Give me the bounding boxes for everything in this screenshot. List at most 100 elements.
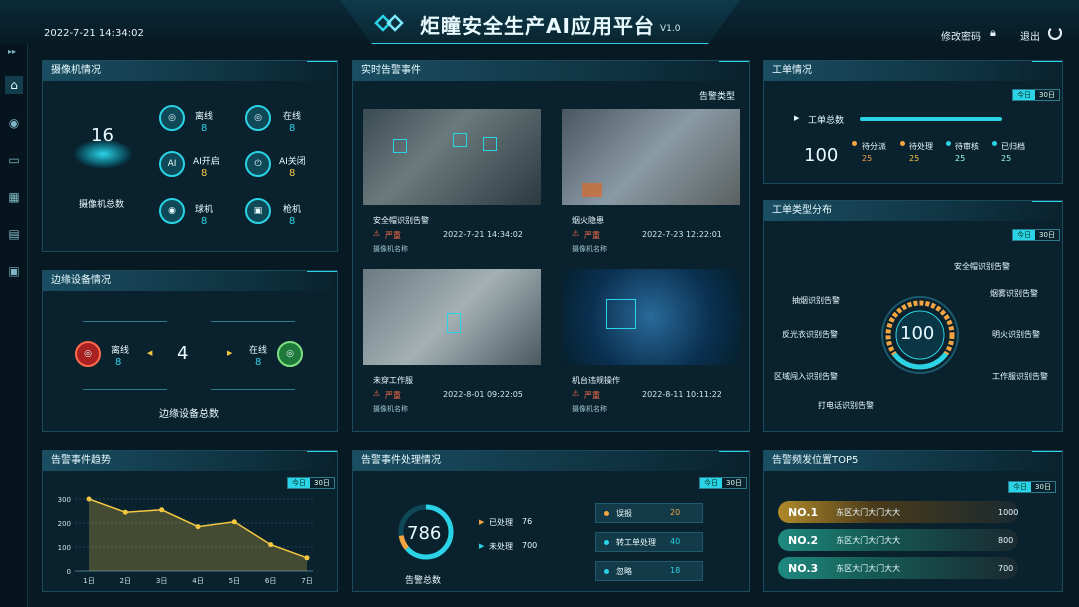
edge-panel-title: 边缘设备情况 [43,271,337,291]
camera-stat-label: 离线 [195,112,214,122]
warning-icon: ⚠ [373,389,381,398]
camera-stat-value: 8 [289,216,296,227]
y-tick-label: 0 [67,568,71,576]
camera-stat-value: 8 [289,168,296,179]
handling-row: 忽略 18 [595,561,703,581]
rank-row: NO.1 东区大门大门大大 [778,501,1018,523]
change-password-link[interactable]: 修改密码 [941,28,981,43]
30d-tab[interactable]: 30日 [1035,90,1059,100]
alerts-panel: 实时告警事件 告警类型 安全帽识别告警 ⚠ 严重 2022-7-21 14:34… [352,60,750,432]
alert-time: 2022-7-21 14:34:02 [443,230,523,239]
data-point [268,542,274,548]
status-dot [946,141,951,146]
30d-tab[interactable]: 30日 [722,478,746,488]
alert-image[interactable] [562,269,740,365]
rank-row: NO.3 东区大门大门大大 [778,557,1018,579]
workorder-stat-label: 待审核 [955,142,979,151]
today-tab[interactable]: 今日 [288,478,310,488]
edge-panel: 边缘设备情况 ◎ 离线 8 ◀ 4 ▶ 在线 8 ◎ 边缘设备总数 [42,270,338,432]
pointer-icon: ▶ [479,542,485,550]
edge-offline-label: 离线 [111,346,130,356]
expand-icon[interactable]: ▸▸ [8,47,16,56]
alert-image[interactable] [562,109,740,205]
handling-row-label: 忽略 [616,567,632,576]
wotype-label: 反光衣识别告警 [782,330,838,339]
rank-place: 东区大门大门大大 [836,507,901,517]
trend-panel: 告警事件趋势 今日 30日 0 100 200 300 1日 2日 3日 4日 5日 6日 7日 [42,450,338,592]
period-toggle[interactable]: 今日 30日 [1012,229,1060,241]
alert-type-filter[interactable]: 告警类型 [699,89,735,102]
workorder-stat-value: 25 [862,154,873,163]
wotype-label: 明火识别告警 [992,330,1040,339]
y-tick-label: 300 [58,496,71,504]
rank-value: 800 [998,536,1014,545]
alert-camera: 摄像机名称 [373,245,408,253]
alert-image[interactable] [363,269,541,365]
status-dot [604,540,609,545]
30d-tab[interactable]: 30日 [310,478,334,488]
camera-stat-label: AI开启 [193,157,220,167]
status-dot [604,511,609,516]
home-icon[interactable]: ⌂ [5,76,23,94]
wotype-label: 区域闯入识别告警 [774,372,838,381]
trend-panel-title: 告警事件趋势 [43,451,337,471]
status-dot [852,141,857,146]
today-tab[interactable]: 今日 [1013,230,1035,240]
period-toggle[interactable]: 今日 30日 [1012,89,1060,101]
period-toggle[interactable]: 今日 30日 [287,477,335,489]
camera-icon[interactable]: ◉ [5,114,23,132]
alert-name: 未穿工作服 [373,376,413,385]
workorder-stat-value: 25 [909,154,920,163]
alert-image[interactable] [363,109,541,205]
edge-total: 4 [177,343,189,364]
monitor-icon[interactable]: ▭ [5,151,23,169]
calendar-icon[interactable]: ▦ [5,188,23,206]
unhandled-value: 700 [522,541,538,550]
alert-name: 机台违规操作 [572,376,620,385]
pointer-icon: ▶ [479,518,485,526]
top5-panel: 告警频发位置TOP5 今日 30日 NO.1 东区大门大门大大 1000 NO.2… [763,450,1063,592]
today-tab[interactable]: 今日 [1013,90,1035,100]
ai-off-icon: ⏻ [245,151,271,177]
alert-name: 安全帽识别告警 [373,216,429,225]
analytics-icon[interactable]: ▤ [5,225,23,243]
warning-icon: ⚠ [572,229,580,238]
today-tab[interactable]: 今日 [700,478,722,488]
workorder-panel: 工单情况 今日 30日 ▶ 工单总数 100 待分派 25 待处理 25 待审核 … [763,60,1063,184]
period-toggle[interactable]: 今日 30日 [1008,481,1056,493]
divider [211,389,295,390]
page-title: 炬瞳安全生产AI应用平台 [420,14,655,38]
workorder-total-bar [860,117,1002,121]
period-toggle[interactable]: 今日 30日 [699,477,747,489]
alert-name: 烟火隐患 [572,216,604,225]
today-tab[interactable]: 今日 [1009,482,1031,492]
status-dot [900,141,905,146]
camera-total-label: 摄像机总数 [79,200,125,210]
settings-screen-icon[interactable]: ▣ [5,262,23,280]
workorder-stat-value: 25 [1001,154,1012,163]
x-tick-label: 5日 [229,577,240,585]
unhandled-label: 未处理 [489,542,513,551]
lock-icon[interactable]: 🔒︎ [990,26,1002,39]
handling-row: 误报 20 [595,503,703,523]
data-point [304,555,310,561]
fire-highlight [582,183,602,197]
power-icon[interactable] [1048,26,1062,40]
handling-panel-title: 告警事件处理情况 [353,451,749,471]
edge-total-label: 边缘设备总数 [159,409,219,420]
30d-tab[interactable]: 30日 [1031,482,1055,492]
rank-value: 1000 [998,508,1019,517]
logout-link[interactable]: 退出 [1020,28,1040,43]
detection-box [447,313,461,333]
workorder-stat-value: 25 [955,154,966,163]
handling-row: 转工单处理 40 [595,532,703,552]
handling-total-label: 告警总数 [405,576,442,586]
alert-level: 严重 [584,391,600,400]
camera-panel: 摄像机情况 16 摄像机总数 ◎ 离线 8 ◎ 在线 8 AI AI开启 8 ⏻… [42,60,338,252]
30d-tab[interactable]: 30日 [1035,230,1059,240]
rank-label: NO.3 [788,561,819,575]
y-tick-label: 200 [58,520,71,528]
alert-time: 2022-8-01 09:22:05 [443,390,523,399]
pointer-icon: ▶ [794,114,800,122]
rank-row: NO.2 东区大门大门大大 [778,529,1018,551]
